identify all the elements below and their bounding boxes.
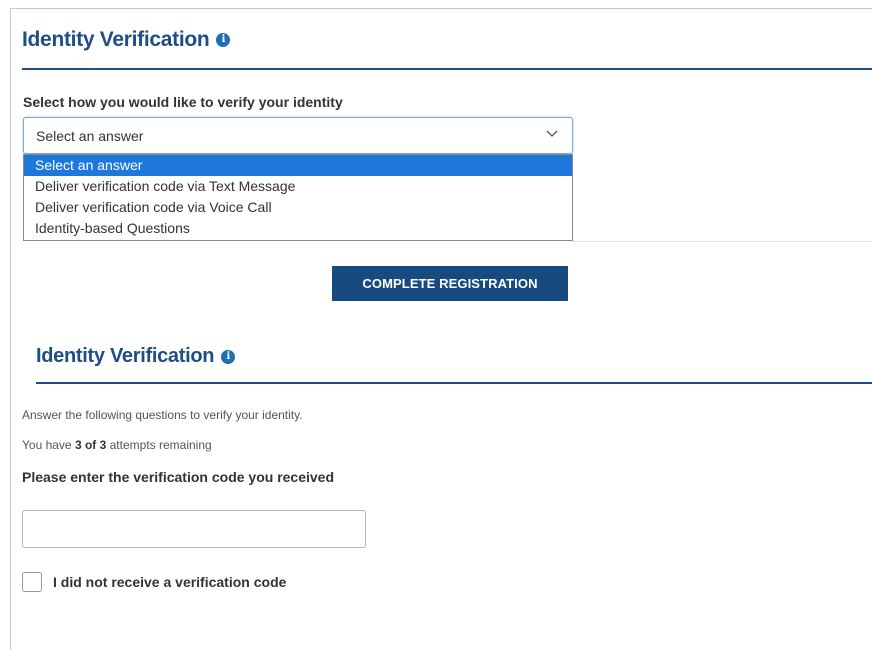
section-title-text: Identity Verification bbox=[22, 28, 210, 51]
option-text-message[interactable]: Deliver verification code via Text Messa… bbox=[24, 176, 572, 197]
no-code-checkbox-row[interactable]: I did not receive a verification code bbox=[22, 572, 286, 592]
complete-registration-button[interactable]: COMPLETE REGISTRATION bbox=[332, 266, 568, 301]
section-title: Identity Verification i bbox=[22, 28, 231, 52]
attempts-suffix: attempts remaining bbox=[106, 438, 212, 452]
option-identity-questions[interactable]: Identity-based Questions bbox=[24, 218, 572, 239]
info-icon[interactable]: i bbox=[221, 349, 236, 364]
section-divider bbox=[22, 68, 872, 70]
info-icon[interactable]: i bbox=[216, 33, 231, 47]
attempts-count: 3 of 3 bbox=[74, 438, 107, 452]
chevron-down-icon bbox=[546, 130, 558, 137]
select-value: Select an answer bbox=[36, 128, 144, 144]
no-code-checkbox[interactable] bbox=[22, 572, 42, 592]
verification-code-label: Please enter the verification code you r… bbox=[22, 469, 335, 485]
attempts-text: You have 3 of 3 attempts remaining bbox=[22, 438, 212, 452]
option-voice-call[interactable]: Deliver verification code via Voice Call bbox=[24, 197, 572, 218]
section-title-text: Identity Verification bbox=[36, 345, 215, 367]
verify-method-select[interactable]: Select an answer bbox=[23, 117, 573, 154]
attempts-prefix: You have bbox=[22, 438, 75, 452]
no-code-checkbox-label[interactable]: I did not receive a verification code bbox=[53, 574, 286, 590]
section-title: Identity Verification i bbox=[36, 345, 236, 368]
verify-method-label: Select how you would like to verify your… bbox=[23, 94, 343, 110]
section-divider bbox=[36, 382, 872, 384]
option-select-answer[interactable]: Select an answer bbox=[24, 155, 572, 176]
verification-code-input[interactable] bbox=[22, 510, 366, 548]
verify-method-options: Select an answer Deliver verification co… bbox=[23, 154, 573, 241]
divider bbox=[573, 241, 872, 242]
instruction-text: Answer the following questions to verify… bbox=[22, 408, 303, 422]
